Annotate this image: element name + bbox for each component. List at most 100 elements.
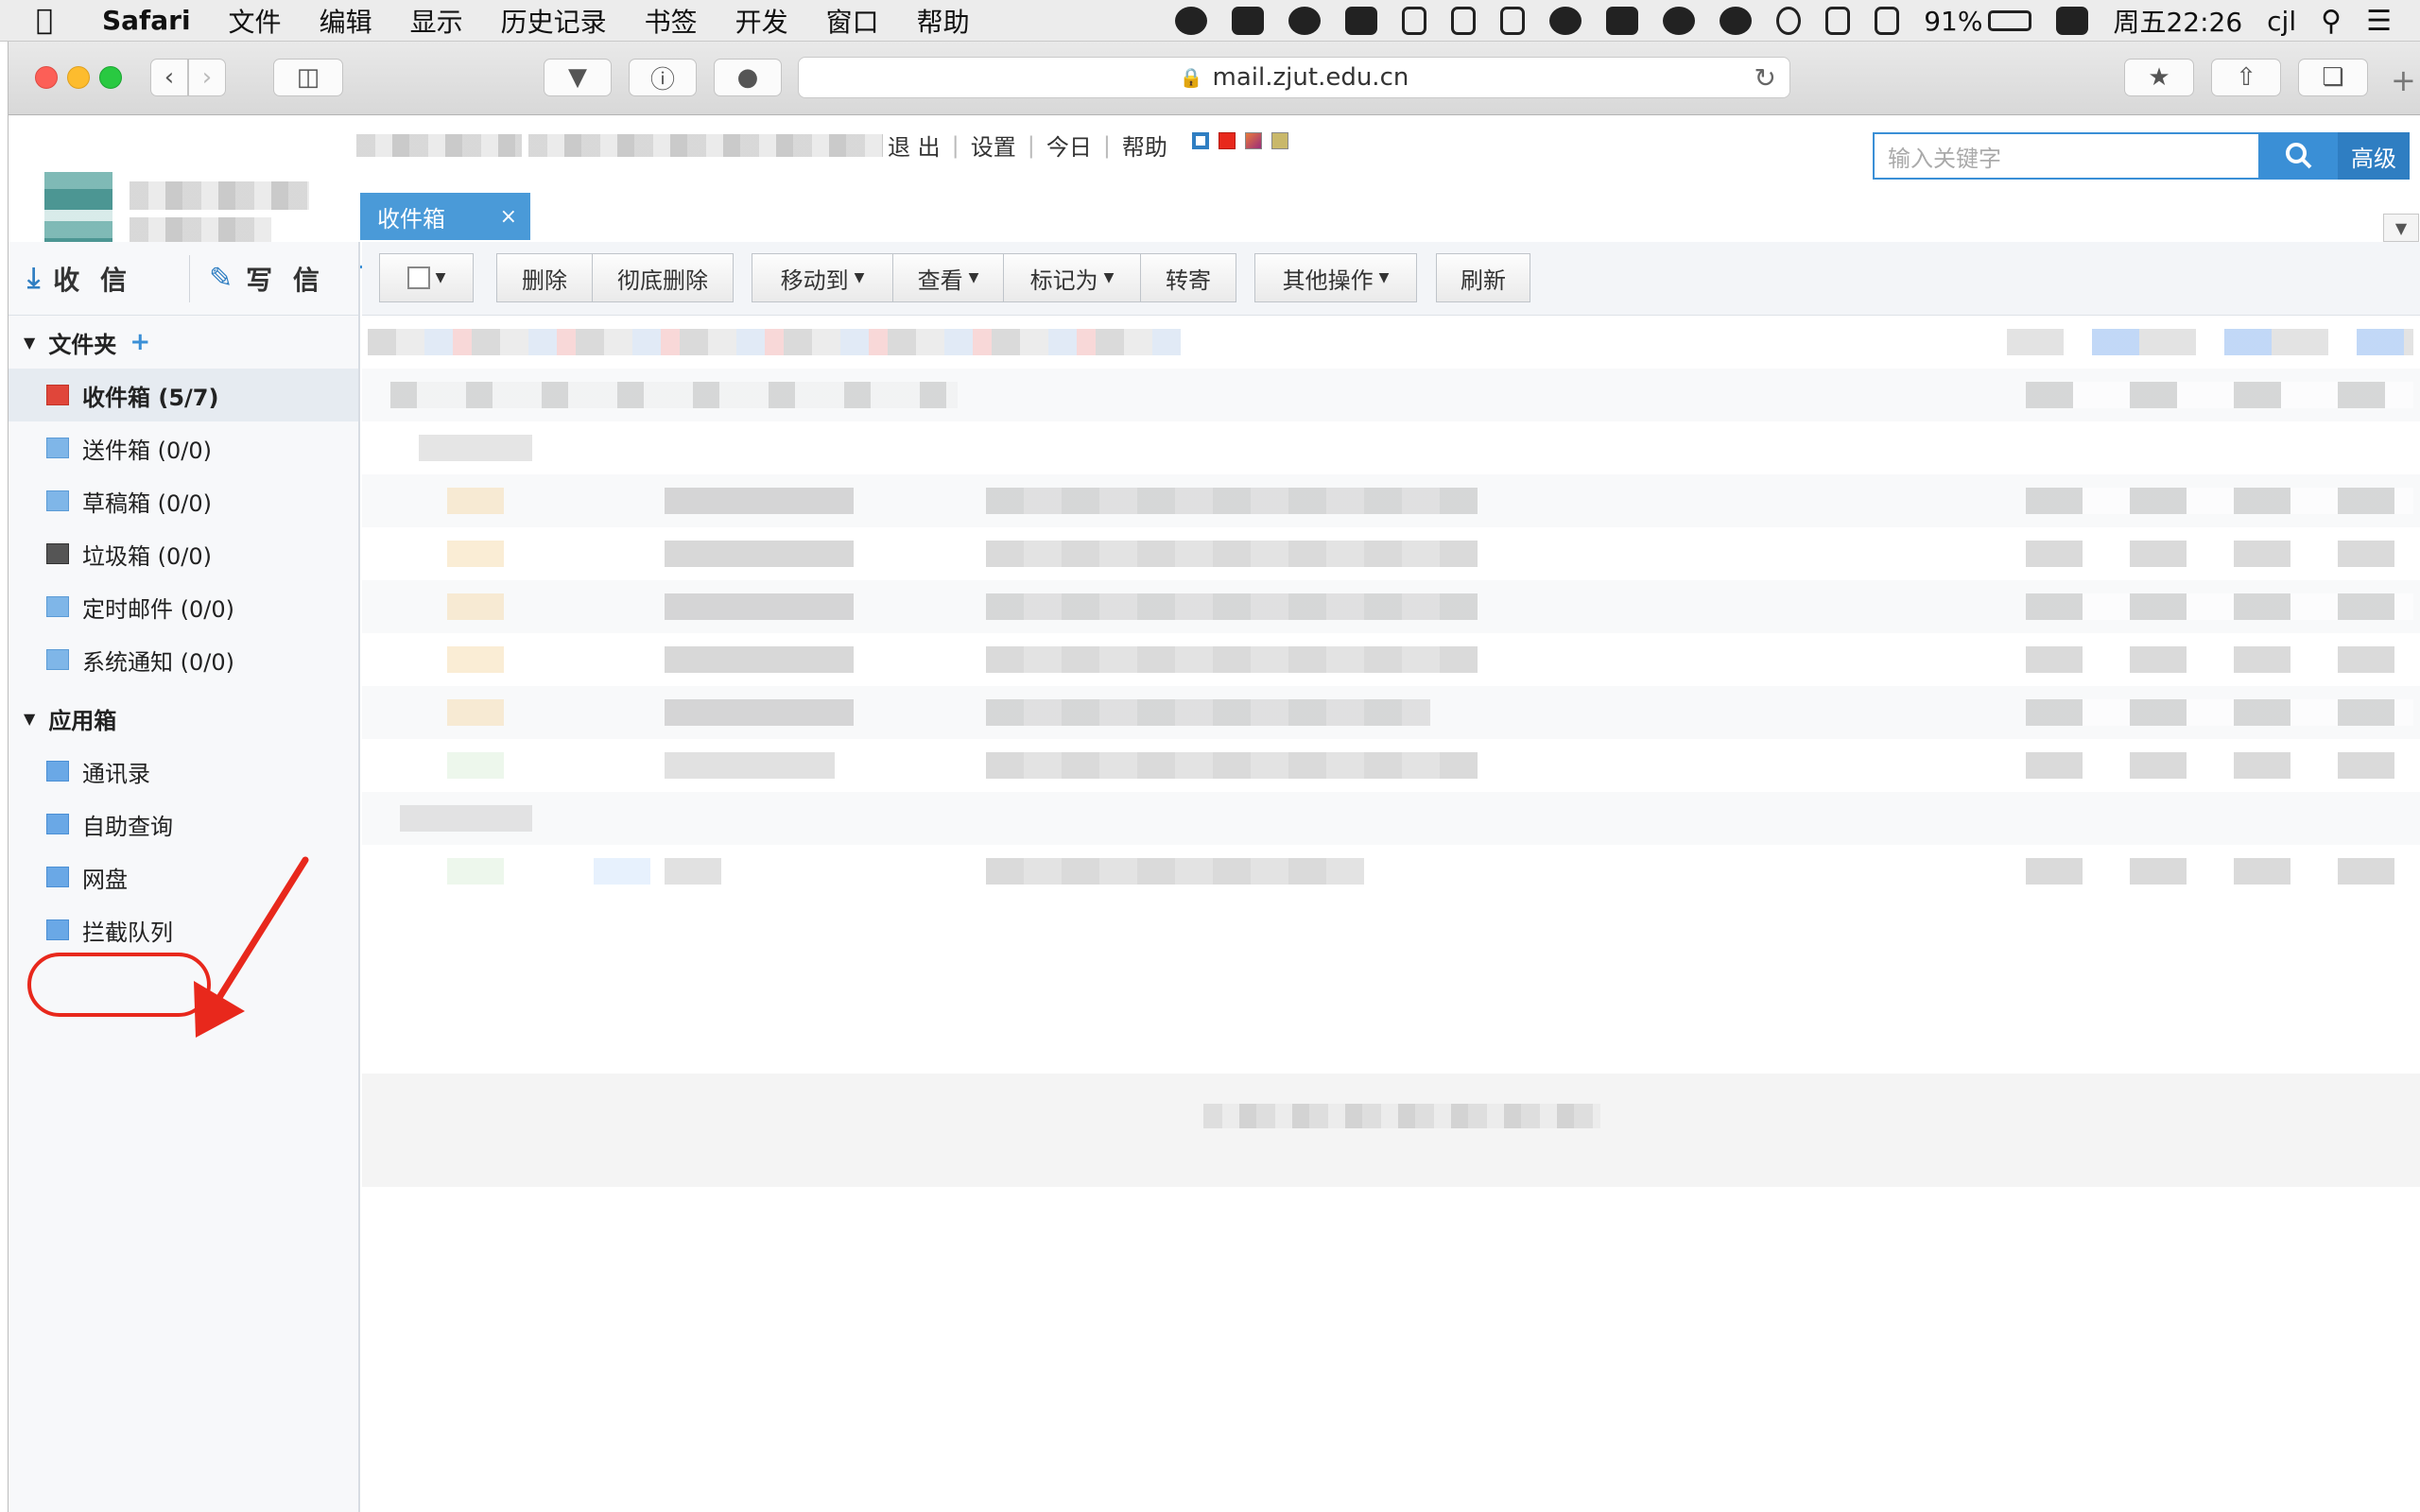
mail-search-input[interactable]: 输入关键字 [1873, 132, 2260, 180]
menu-window[interactable]: 窗口 [826, 2, 879, 40]
table-row[interactable] [362, 739, 2420, 792]
hat-icon[interactable] [1663, 7, 1696, 35]
menubar-clock[interactable]: 周五22:26 [2113, 2, 2242, 40]
close-tab-icon[interactable]: × [500, 205, 517, 229]
delete-button[interactable]: 删除 [496, 253, 593, 302]
url-text: mail.zjut.edu.cn [1212, 63, 1409, 92]
back-button[interactable]: ‹ [150, 59, 188, 96]
today-link[interactable]: 今日 [1046, 129, 1092, 162]
address-bar[interactable]: 🔒 mail.zjut.edu.cn ↻ [798, 57, 1790, 98]
select-all-checkbox[interactable] [406, 266, 430, 289]
other-actions-dropdown[interactable]: 其他操作 ▼ [1254, 253, 1417, 302]
folders-group-header[interactable]: ▼ 文件夹 + [9, 316, 358, 369]
write-mail-button[interactable]: ✎ 写 信 [189, 254, 325, 302]
stream-icon[interactable] [1345, 7, 1378, 35]
view-dropdown[interactable]: 查看 ▼ [892, 253, 1004, 302]
theme-red-swatch[interactable] [1219, 132, 1236, 149]
menu-bookmarks[interactable]: 书签 [645, 2, 698, 40]
chevron-down-icon: ▼ [854, 270, 865, 285]
pocket-icon[interactable]: ▼ [544, 59, 612, 96]
forward-button[interactable]: 转寄 [1140, 253, 1236, 302]
redacted-block [447, 488, 504, 514]
close-window-button[interactable] [35, 66, 58, 89]
refresh-button[interactable]: 刷新 [1436, 253, 1530, 302]
menu-history[interactable]: 历史记录 [501, 2, 607, 40]
mark-as-dropdown[interactable]: 标记为 ▼ [1003, 253, 1141, 302]
table-row[interactable] [362, 369, 2420, 421]
menu-app-name[interactable]: Safari [102, 5, 191, 36]
app-tray-icon[interactable] [1232, 7, 1265, 35]
folder-drafts[interactable]: 草稿箱 (0/0) [9, 474, 358, 527]
tab-inbox[interactable]: 收件箱 × [360, 193, 530, 240]
menu-file[interactable]: 文件 [229, 2, 282, 40]
folder-label: 草稿箱 (0/0) [82, 490, 212, 517]
select-all-dropdown[interactable]: ▼ [379, 253, 474, 302]
folder-scheduled[interactable]: 定时邮件 (0/0) [9, 580, 358, 633]
table-row[interactable] [362, 845, 2420, 898]
theme-gold-swatch[interactable] [1271, 132, 1288, 149]
tabs-overview-icon[interactable]: ❏ [2298, 59, 2368, 96]
input-method-icon[interactable] [2056, 7, 2089, 35]
folder-label: 系统通知 (0/0) [82, 648, 234, 676]
table-row[interactable] [362, 686, 2420, 739]
lightning-icon[interactable] [1402, 7, 1427, 35]
table-row[interactable] [362, 474, 2420, 527]
menubar-user[interactable]: cjl [2267, 6, 2296, 37]
minimize-window-button[interactable] [67, 66, 90, 89]
wifi-icon[interactable] [1875, 7, 1900, 35]
folder-trash[interactable]: 垃圾箱 (0/0) [9, 527, 358, 580]
wechat-icon[interactable] [1288, 7, 1322, 35]
menu-develop[interactable]: 开发 [735, 2, 788, 40]
menu-edit[interactable]: 编辑 [320, 2, 372, 40]
advanced-search-button[interactable]: 高级 [2338, 132, 2410, 180]
apps-group-header[interactable]: ▼ 应用箱 [9, 692, 358, 745]
creative-cloud-icon[interactable] [1549, 7, 1582, 35]
display-icon[interactable] [1606, 7, 1639, 35]
notification-center-icon[interactable]: ☰ [2366, 5, 2392, 38]
password-icon[interactable] [1776, 7, 1802, 35]
move-to-dropdown[interactable]: 移动到 ▼ [752, 253, 893, 302]
cloud-icon[interactable] [1175, 7, 1208, 35]
add-folder-icon[interactable]: + [130, 328, 150, 356]
table-row[interactable] [362, 421, 2420, 474]
spotlight-search-icon[interactable]: ⚲ [2321, 5, 2342, 38]
theme-multicolor-swatch[interactable] [1245, 132, 1262, 149]
purge-button[interactable]: 彻底删除 [592, 253, 734, 302]
table-row[interactable] [362, 580, 2420, 633]
battery-status[interactable]: 91% [1924, 6, 2032, 37]
search-button[interactable] [2260, 132, 2338, 180]
redacted-block [986, 488, 1478, 514]
folder-system-notices[interactable]: 系统通知 (0/0) [9, 633, 358, 686]
logout-link[interactable]: 退 出 [888, 129, 941, 162]
app-self-service-query[interactable]: 自助查询 [9, 798, 358, 850]
chevron-down-icon: ▼ [1103, 270, 1115, 285]
new-tab-button[interactable]: + [2391, 62, 2416, 98]
settings-link[interactable]: 设置 [971, 129, 1016, 162]
table-row[interactable] [362, 527, 2420, 580]
forward-button[interactable]: › [188, 59, 226, 96]
help-link[interactable]: 帮助 [1122, 129, 1167, 162]
sidebar-toggle-button[interactable]: ◫ [273, 59, 343, 96]
app-contacts[interactable]: 通讯录 [9, 745, 358, 798]
redacted-block [986, 858, 1364, 885]
tab-dropdown-button[interactable]: ▼ [2383, 214, 2419, 242]
bluetooth-icon[interactable] [1825, 7, 1851, 35]
evernote-icon[interactable]: ● [714, 59, 782, 96]
apple-menu-icon[interactable]:  [36, 4, 74, 37]
reload-icon[interactable]: ↻ [1754, 62, 1776, 94]
menu-view[interactable]: 显示 [410, 2, 463, 40]
document-icon[interactable] [1500, 7, 1526, 35]
share-icon[interactable]: ⇧ [2211, 59, 2281, 96]
receive-mail-button[interactable]: ⤓ 收 信 [27, 260, 132, 298]
menu-help[interactable]: 帮助 [917, 2, 970, 40]
password-manager-icon[interactable]: ⓘ [629, 59, 697, 96]
folder-sent[interactable]: 送件箱 (0/0) [9, 421, 358, 474]
qq-icon[interactable] [1720, 7, 1753, 35]
theme-blue-swatch[interactable] [1192, 132, 1209, 149]
favorites-icon[interactable]: ★ [2124, 59, 2194, 96]
paper-plane-icon[interactable] [1451, 7, 1477, 35]
folder-inbox[interactable]: 收件箱 (5/7) [9, 369, 358, 421]
table-row[interactable] [362, 633, 2420, 686]
zoom-window-button[interactable] [99, 66, 122, 89]
table-row[interactable] [362, 792, 2420, 845]
